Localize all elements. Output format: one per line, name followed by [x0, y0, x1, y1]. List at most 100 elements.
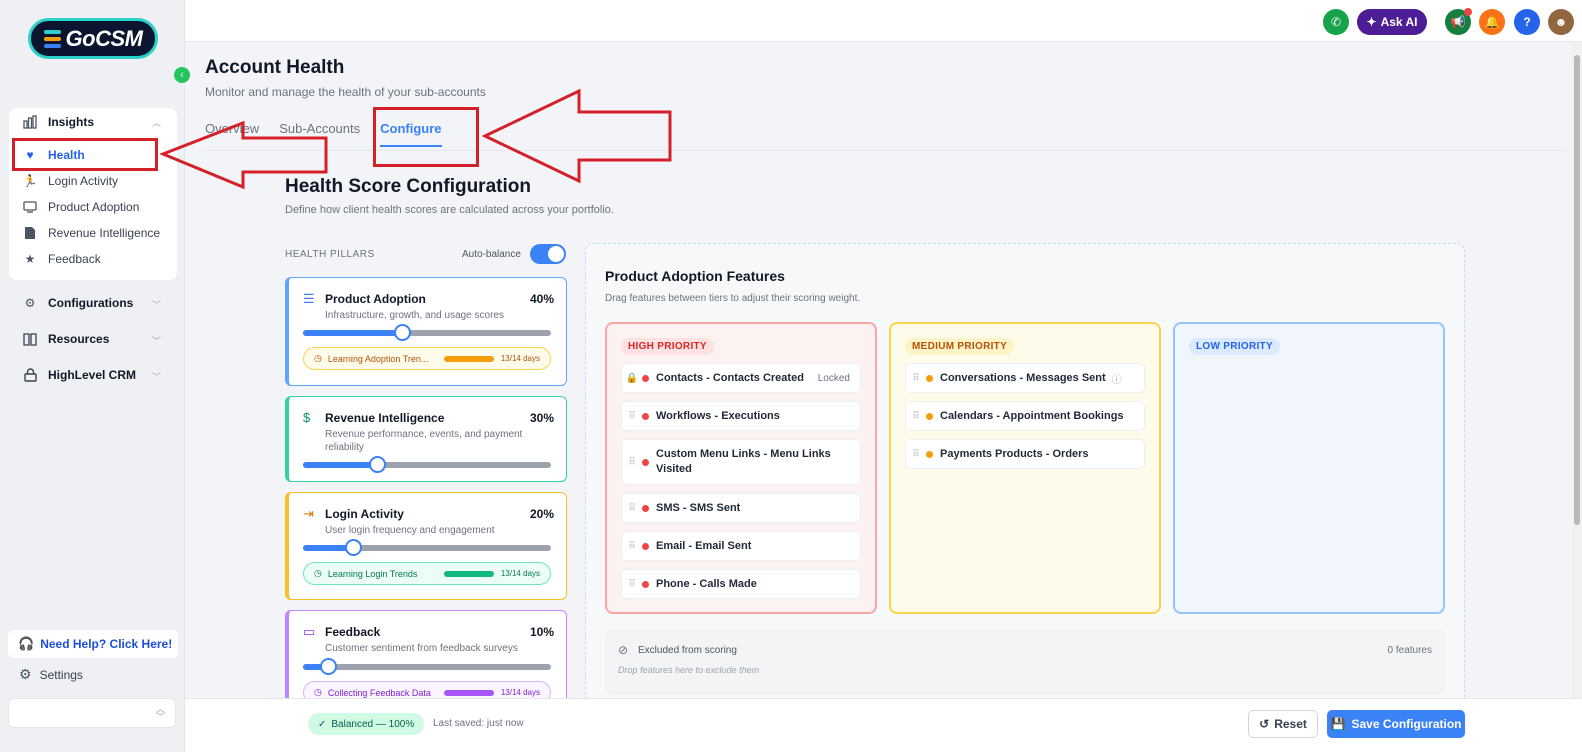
drag-handle-icon[interactable]: ⠿: [622, 503, 642, 514]
sidebar-group-resources[interactable]: Resources: [22, 331, 109, 347]
lock-icon: 🔒: [625, 372, 639, 384]
drag-handle-icon[interactable]: ⠿: [622, 579, 642, 590]
feature-card[interactable]: ⠿ Payments Products - Orders: [905, 439, 1145, 469]
account-switcher[interactable]: ︿ ﹀: [8, 698, 176, 728]
priority-dot: [642, 458, 649, 466]
feature-card[interactable]: ⠿ SMS - SMS Sent: [621, 493, 861, 523]
auto-balance-label: Auto-balance: [462, 249, 521, 260]
page-subtitle: Monitor and manage the health of your su…: [205, 85, 486, 99]
pillar-description: Infrastructure, growth, and usage scores: [325, 310, 504, 321]
priority-dot: [642, 542, 649, 550]
feature-card[interactable]: ⠿ Custom Menu Links - Menu Links Visited: [621, 439, 861, 485]
feature-card[interactable]: 🔒 Contacts - Contacts Created Locked: [621, 363, 861, 393]
auto-balance-toggle[interactable]: [530, 244, 566, 264]
dollar-icon: $: [303, 410, 311, 425]
pillar-card-product-adoption: ☰ Product Adoption 40% Infrastructure, g…: [285, 277, 567, 386]
sidebar-item-login-activity[interactable]: 🏃 Login Activity: [22, 173, 119, 189]
feature-card[interactable]: ⠿ Calendars - Appointment Bookings: [905, 401, 1145, 431]
help-button[interactable]: ?: [1514, 9, 1540, 35]
excluded-dropzone[interactable]: ⊘ Excluded from scoring 0 features Drop …: [605, 630, 1445, 694]
slider-handle[interactable]: [319, 658, 337, 675]
trend-days: 13/14 days: [500, 688, 540, 697]
learning-trend-badge: ◷ Learning Adoption Tren... 13/14 days: [303, 347, 551, 370]
chat-icon: ▭: [303, 624, 316, 639]
sidebar-item-feedback[interactable]: ★ Feedback: [22, 251, 101, 267]
drag-handle-icon[interactable]: ⠿: [622, 457, 642, 468]
drag-handle-icon[interactable]: ⠿: [906, 411, 926, 422]
chevron-down-icon[interactable]: ﹀: [152, 298, 168, 311]
running-icon: 🏃: [22, 174, 38, 188]
ban-icon: ⊘: [618, 643, 629, 657]
slider-handle[interactable]: [369, 456, 387, 473]
tier-low-priority[interactable]: LOW PRIORITY: [1173, 322, 1445, 614]
collapse-sidebar-button[interactable]: ‹: [174, 67, 190, 83]
slider-handle[interactable]: [344, 539, 362, 556]
heart-pulse-icon: ♥: [26, 148, 34, 162]
phone-icon: ✆: [1330, 15, 1342, 29]
tier-label: HIGH PRIORITY: [621, 338, 714, 355]
balance-status-badge: ✓ Balanced — 100%: [308, 713, 425, 735]
logo-mark-icon: [43, 29, 61, 48]
weight-slider[interactable]: [303, 658, 551, 675]
trend-progress: [444, 356, 494, 362]
chevron-down-icon[interactable]: ﹀: [152, 334, 168, 347]
notifications-button[interactable]: 🔔: [1479, 9, 1505, 35]
insights-label: Insights: [48, 115, 95, 129]
excluded-hint: Drop features here to exclude them: [618, 665, 760, 675]
sidebar-item-product-adoption[interactable]: Product Adoption: [22, 199, 139, 215]
info-icon[interactable]: ⓘ: [1112, 371, 1122, 386]
login-icon: ⇥: [303, 506, 314, 521]
sidebar-item-label: Product Adoption: [48, 200, 140, 214]
scrollbar-thumb[interactable]: [1574, 55, 1580, 525]
priority-dot: [642, 412, 649, 420]
pillar-name: Revenue Intelligence: [325, 411, 445, 425]
ask-ai-label: Ask AI: [1380, 15, 1418, 29]
drag-handle-icon[interactable]: ⠿: [906, 373, 926, 384]
bar-chart-icon: [22, 114, 38, 130]
reset-button[interactable]: ↺ Reset: [1248, 710, 1318, 738]
ask-ai-button[interactable]: ✦ Ask AI: [1357, 9, 1427, 35]
phone-button[interactable]: ✆: [1323, 9, 1349, 35]
drag-handle-icon[interactable]: ⠿: [622, 541, 642, 552]
page-title: Account Health: [205, 57, 345, 78]
drag-handle-icon[interactable]: ⠿: [906, 449, 926, 460]
excluded-label: Excluded from scoring: [638, 645, 737, 656]
gocsm-logo[interactable]: GoCSM: [28, 18, 158, 59]
feature-card[interactable]: ⠿ Phone - Calls Made: [621, 569, 861, 599]
chevron-down-icon[interactable]: ﹀: [152, 370, 168, 383]
settings-link[interactable]: ⚙ Settings: [19, 666, 83, 683]
sidebar-group-highlevel-crm[interactable]: HighLevel CRM: [22, 367, 136, 383]
book-icon: [22, 331, 38, 347]
toggle-knob: [548, 246, 564, 262]
question-icon: ?: [1523, 15, 1531, 29]
pillar-weight: 10%: [529, 625, 554, 639]
feature-card[interactable]: ⠿ Conversations - Messages Sent ⓘ: [905, 363, 1145, 393]
save-configuration-button[interactable]: 💾 Save Configuration: [1327, 710, 1465, 738]
reset-label: Reset: [1274, 717, 1307, 731]
sidebar-item-health[interactable]: ♥ Health: [22, 147, 84, 163]
sidebar-item-revenue-intelligence[interactable]: Revenue Intelligence: [22, 225, 160, 241]
drag-handle-icon[interactable]: ⠿: [622, 411, 642, 422]
feature-name: Calendars - Appointment Bookings: [940, 410, 1124, 422]
group-label: Configurations: [48, 296, 134, 310]
feature-card[interactable]: ⠿ Workflows - Executions: [621, 401, 861, 431]
feature-name: Conversations - Messages Sent: [940, 372, 1106, 384]
slider-fill: [303, 330, 403, 336]
weight-slider[interactable]: [303, 324, 551, 341]
pillar-name: Feedback: [325, 625, 381, 639]
tab-configure[interactable]: Configure: [380, 121, 442, 147]
settings-label: Settings: [39, 667, 83, 682]
avatar[interactable]: ☻: [1548, 9, 1574, 35]
help-link[interactable]: 🎧 Need Help? Click Here!: [8, 630, 178, 658]
slider-handle[interactable]: [394, 324, 412, 341]
annotation-arrow-left: [482, 88, 672, 184]
excluded-count: 0 features: [1387, 645, 1432, 656]
sidebar-group-configurations[interactable]: ⚙ Configurations: [22, 295, 134, 311]
feature-card[interactable]: ⠿ Email - Email Sent: [621, 531, 861, 561]
weight-slider[interactable]: [303, 539, 551, 556]
features-title: Product Adoption Features: [605, 268, 785, 284]
group-label: HighLevel CRM: [48, 368, 137, 382]
features-subtitle: Drag features between tiers to adjust th…: [605, 293, 861, 304]
weight-slider[interactable]: [303, 456, 551, 473]
insights-header[interactable]: Insights: [22, 114, 94, 130]
